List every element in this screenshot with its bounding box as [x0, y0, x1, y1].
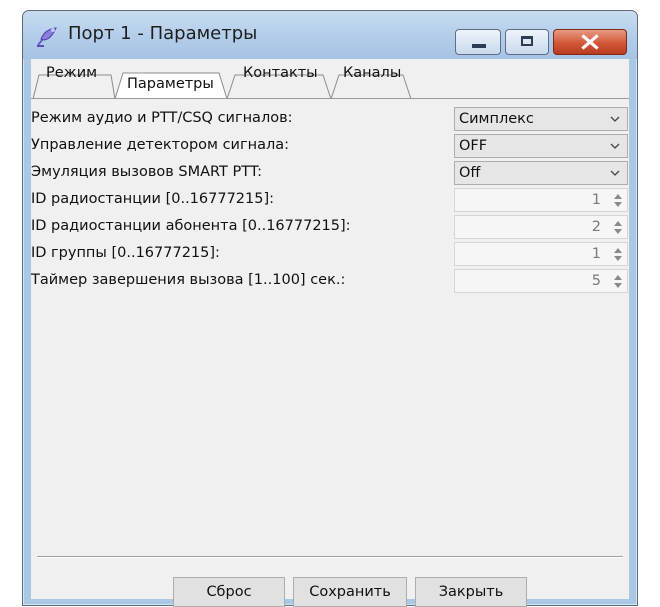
maximize-button[interactable] [505, 29, 549, 55]
window-title: Порт 1 - Параметры [68, 23, 258, 44]
form-row-call-timer: Таймер завершения вызова [1..100] сек.: … [31, 269, 629, 293]
form-row-smart-ptt: Эмуляция вызовов SMART PTT: Off [31, 161, 629, 185]
signal-detector-select[interactable]: OFF [454, 134, 628, 158]
chevron-down-icon [610, 143, 620, 149]
satellite-antenna-icon [37, 27, 57, 47]
group-id-spinbox[interactable]: 1 [454, 242, 628, 266]
save-button[interactable]: Сохранить [293, 577, 407, 607]
maximize-icon [521, 36, 533, 46]
subscriber-radio-id-spinbox[interactable]: 2 [454, 215, 628, 239]
call-end-timer-spinbox[interactable]: 5 [454, 269, 628, 293]
chevron-down-icon [610, 170, 620, 176]
field-label: ID группы [0..16777215]: [31, 245, 220, 261]
field-label: Таймер завершения вызова [1..100] сек.: [31, 272, 346, 288]
spin-arrows-icon[interactable] [612, 219, 624, 236]
form-row-audio-mode: Режим аудио и PTT/CSQ сигналов: Симплекс [31, 107, 629, 131]
spinbox-value: 1 [591, 192, 601, 208]
tab-channels[interactable]: Каналы [343, 61, 401, 84]
chevron-down-icon [610, 116, 620, 122]
minimize-icon [472, 44, 486, 48]
field-label: Эмуляция вызовов SMART PTT: [31, 164, 263, 180]
close-window-button[interactable] [553, 29, 627, 55]
tab-parameters[interactable]: Параметры [127, 72, 214, 97]
form-row-group-id: ID группы [0..16777215]: 1 [31, 242, 629, 266]
smart-ptt-emulation-select[interactable]: Off [454, 161, 628, 185]
close-icon [581, 34, 599, 50]
reset-button[interactable]: Сброс [173, 577, 285, 607]
tab-label: Контакты [243, 65, 318, 81]
form-row-subscriber-id: ID радиостанции абонента [0..16777215]: … [31, 215, 629, 239]
audio-mode-select[interactable]: Симплекс [454, 107, 628, 131]
tab-baseline [31, 98, 629, 99]
select-value: OFF [459, 138, 488, 154]
field-label: ID радиостанции абонента [0..16777215]: [31, 218, 351, 234]
tab-label: Каналы [343, 65, 402, 81]
title-bar[interactable]: Порт 1 - Параметры [23, 11, 637, 59]
tab-mode[interactable]: Режим [46, 61, 97, 84]
radio-id-spinbox[interactable]: 1 [454, 188, 628, 212]
spin-arrows-icon[interactable] [612, 273, 624, 290]
spinbox-value: 1 [591, 246, 601, 262]
select-value: Off [459, 165, 481, 181]
spinbox-value: 2 [591, 219, 601, 235]
tab-strip-outline [32, 72, 412, 100]
dialog-content: Режим Параметры Контакты Каналы Режим ау… [31, 59, 629, 607]
spin-arrows-icon[interactable] [612, 246, 624, 263]
field-label: ID радиостанции [0..16777215]: [31, 191, 275, 207]
field-label: Управление детектором сигнала: [31, 137, 290, 153]
footer-divider-highlight [37, 557, 623, 558]
tab-label: Режим [46, 65, 98, 81]
minimize-button[interactable] [455, 29, 501, 55]
close-button[interactable]: Закрыть [415, 577, 527, 607]
field-label: Режим аудио и PTT/CSQ сигналов: [31, 110, 293, 126]
spinbox-value: 5 [591, 273, 601, 289]
select-value: Симплекс [459, 111, 534, 127]
form-row-detector: Управление детектором сигнала: OFF [31, 134, 629, 158]
tab-contacts[interactable]: Контакты [243, 61, 318, 84]
dialog-window: Порт 1 - Параметры Режим Параметры Конта… [22, 10, 638, 607]
tab-label: Параметры [127, 76, 214, 92]
spin-arrows-icon[interactable] [612, 192, 624, 209]
form-row-radio-id: ID радиостанции [0..16777215]: 1 [31, 188, 629, 212]
